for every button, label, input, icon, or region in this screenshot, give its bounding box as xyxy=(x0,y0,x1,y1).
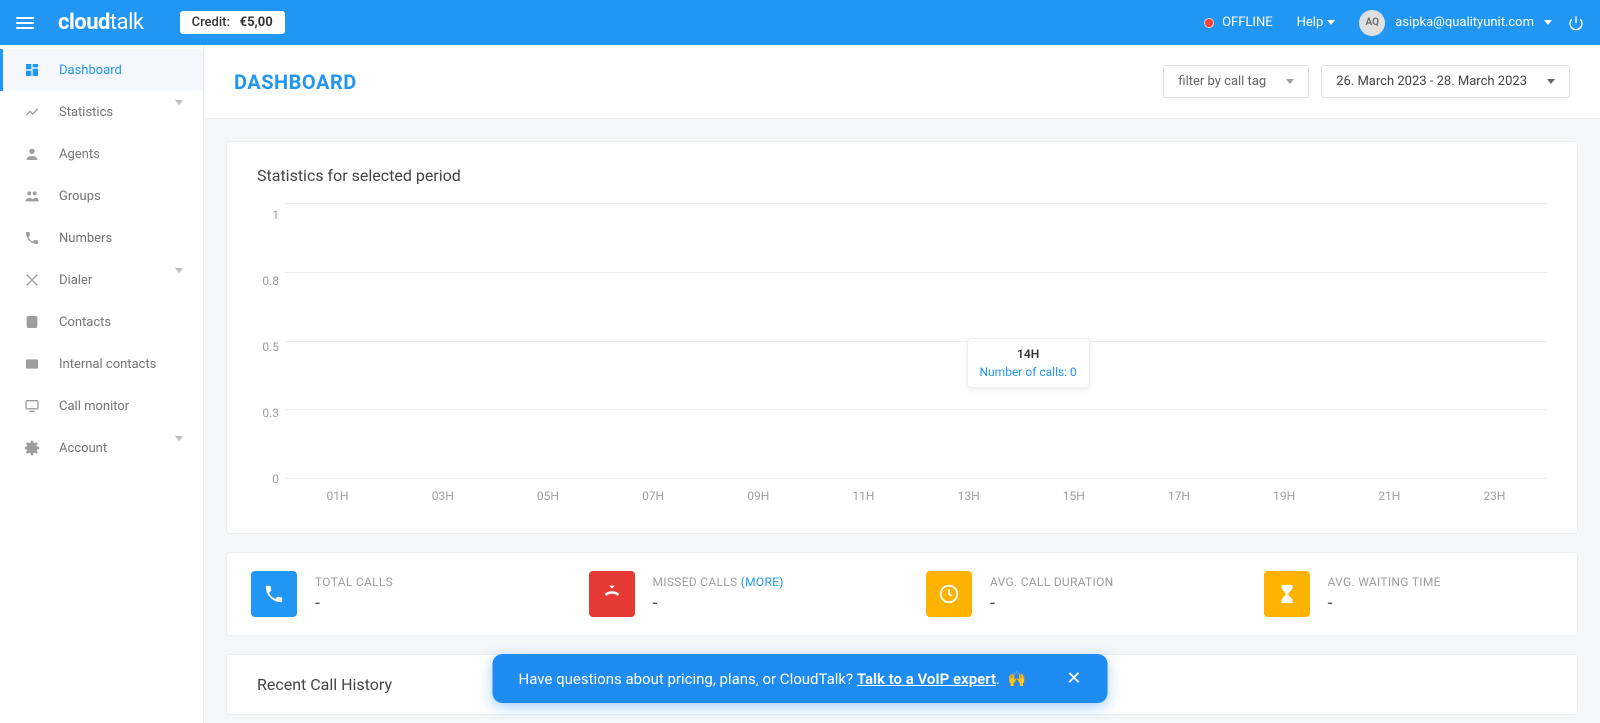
status-dot-icon xyxy=(1204,18,1214,28)
chart-card-title: Statistics for selected period xyxy=(257,166,1547,185)
stat-cell: MISSED CALLS (MORE) - xyxy=(565,571,903,617)
statistics-chart-card: Statistics for selected period 10.80.50.… xyxy=(226,141,1578,534)
hourglass-icon xyxy=(1264,571,1310,617)
sidebar-item-statistics[interactable]: Statistics xyxy=(0,91,203,133)
banner-text: Have questions about pricing, plans, or … xyxy=(519,670,1027,688)
sidebar-item-label: Numbers xyxy=(59,231,112,246)
status-label: OFFLINE xyxy=(1222,15,1273,30)
stat-label: AVG. CALL DURATION xyxy=(990,575,1114,589)
person-icon xyxy=(23,145,41,163)
missed-icon xyxy=(589,571,635,617)
stat-value: - xyxy=(653,593,784,614)
monitor-icon xyxy=(23,397,41,415)
chart-y-axis: 10.80.50.30 xyxy=(257,203,279,479)
dashboard-icon xyxy=(23,61,41,79)
chart-tooltip: 14H Number of calls: 0 xyxy=(967,338,1090,388)
contacts-icon xyxy=(23,313,41,331)
stat-label: AVG. WAITING TIME xyxy=(1328,575,1441,589)
credit-label: Credit: xyxy=(192,15,230,30)
sidebar-item-internal-contacts[interactable]: Internal contacts xyxy=(0,343,203,385)
avatar: AQ xyxy=(1359,10,1385,36)
chevron-down-icon xyxy=(1286,79,1294,84)
sidebar-item-contacts[interactable]: Contacts xyxy=(0,301,203,343)
chart-gridlines xyxy=(285,203,1547,479)
banner-link[interactable]: Talk to a VoIP expert xyxy=(857,670,996,688)
chevron-down-icon xyxy=(175,105,183,120)
credit-chip[interactable]: Credit: €5,00 xyxy=(180,11,285,34)
tooltip-title: 14H xyxy=(980,347,1077,361)
sidebar-item-label: Contacts xyxy=(59,315,111,330)
sidebar-item-dialer[interactable]: Dialer xyxy=(0,259,203,301)
sidebar-item-label: Dialer xyxy=(59,273,92,288)
clock-icon xyxy=(926,571,972,617)
page-title: DASHBOARD xyxy=(234,70,357,94)
trend-icon xyxy=(23,103,41,121)
filter-placeholder: filter by call tag xyxy=(1178,74,1266,89)
page-header: DASHBOARD filter by call tag 26. March 2… xyxy=(204,45,1600,119)
sidebar-item-agents[interactable]: Agents xyxy=(0,133,203,175)
badge-icon xyxy=(23,355,41,373)
stat-cell: AVG. CALL DURATION - xyxy=(902,571,1240,617)
sidebar-item-label: Internal contacts xyxy=(59,357,156,372)
date-range-label: 26. March 2023 - 28. March 2023 xyxy=(1336,74,1527,89)
stat-cell: AVG. WAITING TIME - xyxy=(1240,571,1578,617)
sidebar-item-label: Account xyxy=(59,441,107,456)
user-menu[interactable]: AQ asipka@qualityunit.com xyxy=(1359,10,1552,36)
help-label: Help xyxy=(1297,15,1324,30)
phone-icon xyxy=(251,571,297,617)
pricing-banner: Have questions about pricing, plans, or … xyxy=(493,654,1108,703)
people-icon xyxy=(23,187,41,205)
chevron-down-icon xyxy=(1327,20,1335,25)
topbar: cloudtalk Credit: €5,00 OFFLINE Help AQ … xyxy=(0,0,1600,45)
chevron-down-icon xyxy=(175,273,183,288)
sidebar-item-call-monitor[interactable]: Call monitor xyxy=(0,385,203,427)
status-indicator[interactable]: OFFLINE xyxy=(1204,15,1273,30)
phone-icon xyxy=(23,229,41,247)
stat-cell: TOTAL CALLS - xyxy=(227,571,565,617)
user-email: asipka@qualityunit.com xyxy=(1395,15,1534,30)
sidebar-item-numbers[interactable]: Numbers xyxy=(0,217,203,259)
main-content: DASHBOARD filter by call tag 26. March 2… xyxy=(204,45,1600,723)
chevron-down-icon xyxy=(1544,20,1552,25)
sidebar-item-label: Dashboard xyxy=(59,63,122,78)
hamburger-icon[interactable] xyxy=(16,17,34,29)
power-icon[interactable] xyxy=(1568,15,1584,31)
raised-hands-icon: 🙌 xyxy=(1008,670,1027,688)
date-range-select[interactable]: 26. March 2023 - 28. March 2023 xyxy=(1321,65,1570,98)
stat-value: - xyxy=(990,593,1114,614)
credit-value: €5,00 xyxy=(240,15,273,30)
sidebar-item-dashboard[interactable]: Dashboard xyxy=(0,49,203,91)
stat-value: - xyxy=(1328,593,1441,614)
stats-summary-row: TOTAL CALLS-MISSED CALLS (MORE)-AVG. CAL… xyxy=(226,552,1578,636)
sidebar-item-label: Statistics xyxy=(59,105,113,120)
stat-value: - xyxy=(315,593,393,614)
stat-label: TOTAL CALLS xyxy=(315,575,393,589)
chart-area[interactable]: 10.80.50.30 01H03H05H07H09H11H13H15H17H1… xyxy=(257,203,1547,503)
gear-icon xyxy=(23,439,41,457)
sidebar-item-label: Call monitor xyxy=(59,399,129,414)
chevron-down-icon xyxy=(1547,79,1555,84)
dialer-icon xyxy=(23,271,41,289)
filter-call-tag-select[interactable]: filter by call tag xyxy=(1163,65,1309,98)
brand-logo: cloudtalk xyxy=(58,10,144,35)
sidebar-item-label: Agents xyxy=(59,147,100,162)
sidebar-item-account[interactable]: Account xyxy=(0,427,203,469)
tooltip-value: Number of calls: 0 xyxy=(980,365,1077,379)
chevron-down-icon xyxy=(175,441,183,456)
sidebar-item-label: Groups xyxy=(59,189,101,204)
sidebar-item-groups[interactable]: Groups xyxy=(0,175,203,217)
close-icon[interactable]: ✕ xyxy=(1066,668,1081,689)
chart-x-axis: 01H03H05H07H09H11H13H15H17H19H21H23H xyxy=(285,489,1547,503)
more-link[interactable]: (MORE) xyxy=(741,575,784,589)
sidebar: Dashboard Statistics Agents Groups Nu xyxy=(0,45,204,723)
help-menu[interactable]: Help xyxy=(1297,15,1336,30)
stat-label: MISSED CALLS (MORE) xyxy=(653,575,784,589)
